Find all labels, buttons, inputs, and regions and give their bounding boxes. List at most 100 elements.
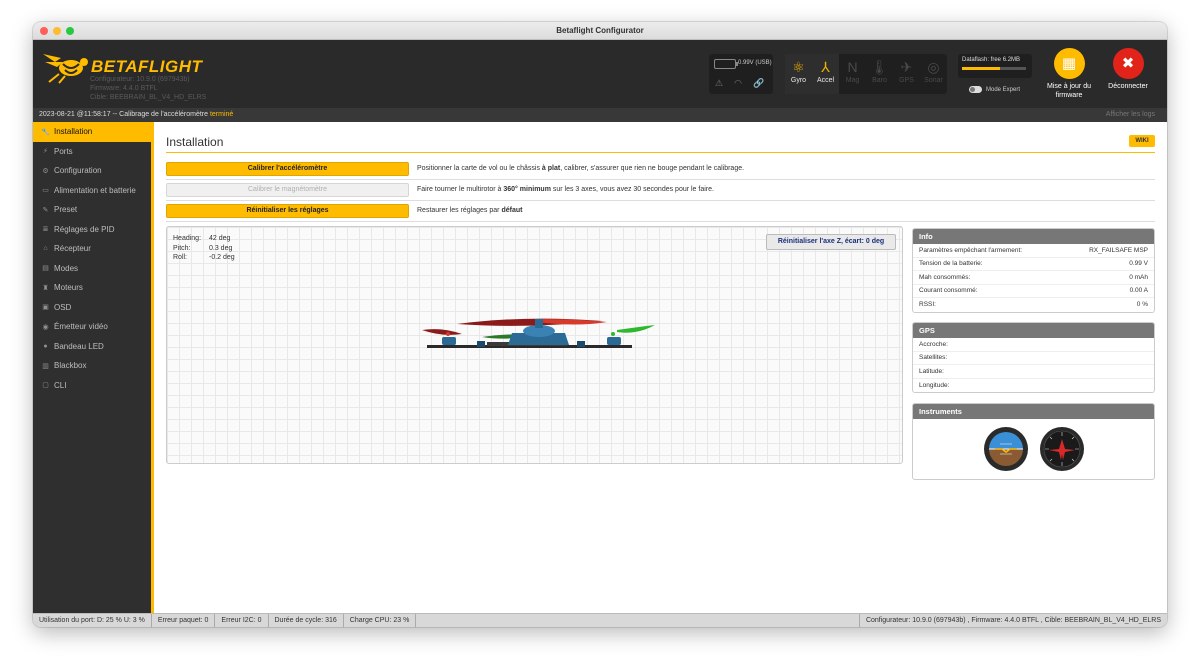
quad-model-icon	[422, 318, 655, 348]
calibrate-accelerometer-button[interactable]: Calibrer l'accéléromètre	[166, 162, 409, 176]
info-row: RSSI: 0 %	[913, 298, 1154, 312]
tab-label: Réglages de PID	[54, 224, 115, 234]
info-rows: Paramètres empêchant l'armement: RX_FAILS…	[913, 244, 1154, 312]
maximize-window-button[interactable]	[66, 27, 74, 35]
action-row: Calibrer le magnétomètre Faire tourner le…	[166, 181, 1155, 201]
action-description: Faire tourner le multirotor à 360° minim…	[417, 186, 714, 193]
reset-settings-button[interactable]: Réinitialiser les réglages	[166, 204, 409, 218]
tab-moteurs[interactable]: ♜ Moteurs	[33, 278, 151, 298]
close-window-button[interactable]	[40, 27, 48, 35]
info-row-label: Courant consommé:	[919, 287, 978, 295]
preset-icon: ✎	[42, 206, 49, 214]
disconnect-button[interactable]: ✖ Déconnecter	[1101, 48, 1155, 91]
info-panel: Info Paramètres empêchant l'armement: RX_…	[912, 228, 1155, 313]
tab-r-glages-de-pid[interactable]: ≣ Réglages de PID	[33, 220, 151, 240]
gps-panel: GPS Accroche: Satellites: Latitude: Longitu…	[912, 322, 1155, 393]
tab-blackbox[interactable]: ▥ Blackbox	[33, 356, 151, 376]
roll-label: Roll:	[173, 254, 188, 261]
configurator-version: Configurateur: 10.9.0 (697943b)	[90, 76, 190, 83]
firmware-info: Configurateur: 10.9.0 (697943b) Firmware…	[90, 75, 206, 102]
log-message: 2023-08-21 @11:58:17 -- Calibrage de l'a…	[39, 111, 210, 118]
tab-r-cepteur[interactable]: ⌂ Récepteur	[33, 239, 151, 259]
pitch-value: 0.3 deg	[209, 244, 233, 252]
plug-icon: ⚡	[43, 148, 48, 156]
model-view: Heading: 42 deg Pitch: 0.3 deg Roll: -0.2 d…	[166, 226, 903, 464]
tab-bandeau-led[interactable]: ● Bandeau LED	[33, 337, 151, 357]
sensor-gps: ✈ GPS	[893, 54, 920, 94]
description-emphasis: défaut	[501, 207, 523, 214]
info-row: Courant consommé: 0.00 A	[913, 285, 1154, 298]
log-status: terminé	[209, 111, 234, 118]
description-text: Faire tourner le multirotor à	[417, 186, 504, 193]
tab-configuration[interactable]: ⚙ Configuration	[33, 161, 151, 181]
info-row-label: RSSI:	[919, 301, 936, 309]
tab-label: Moteurs	[54, 283, 83, 293]
dataflash-text: Dataflash: free 6.2MB	[962, 57, 1021, 63]
action-description: Restaurer les réglages par défaut	[417, 207, 522, 214]
main-content: Installation WIKI Calibrer l'accéléromèt…	[154, 122, 1167, 613]
tab-label: Modes	[54, 263, 79, 273]
description-text: , calibrer, s'assurer que rien ne bouge …	[560, 165, 745, 172]
battery-status: 0.99V (USB) ⚠ ◠ 🔗	[709, 54, 773, 94]
attitude-readout: Heading: 42 deg Pitch: 0.3 deg Roll: -0.2 d…	[173, 234, 235, 263]
cpu-load: Charge CPU: 23 %	[344, 613, 417, 627]
info-row-label: Mah consommés:	[919, 273, 971, 281]
tab-preset[interactable]: ✎ Preset	[33, 200, 151, 220]
update-firmware-label: Mise à jour du firmware	[1047, 83, 1091, 99]
info-panel-title: Info	[913, 229, 1154, 244]
tab-cli[interactable]: ▢ CLI	[33, 376, 151, 396]
update-firmware-button[interactable]: ▦ Mise à jour du firmware	[1039, 48, 1099, 100]
calibrate-magnetometer-button[interactable]: Calibrer le magnétomètre	[166, 183, 409, 197]
heading-label: Heading:	[173, 235, 202, 242]
vtx-icon: ◉	[42, 323, 49, 331]
tab-label: CLI	[54, 380, 67, 390]
tab-label: Alimentation et batterie	[54, 185, 136, 195]
tab-label: Récepteur	[54, 244, 91, 254]
gps-rows: Accroche: Satellites: Latitude: Longitude:	[913, 338, 1154, 392]
description-text: Positionner la carte de vol ou le châssi…	[417, 165, 542, 172]
expert-mode-toggle[interactable]	[969, 86, 982, 93]
warning-icon: ⚠	[715, 78, 724, 88]
usb-disconnect-icon: ✖	[1112, 48, 1144, 79]
tab-label: Bandeau LED	[54, 341, 104, 351]
expert-mode[interactable]: Mode Expert	[969, 86, 1020, 93]
info-row-value: 0.99 V	[1129, 260, 1148, 268]
tab-installation[interactable]: 🔧 Installation	[33, 122, 151, 142]
tab-label: Ports	[54, 146, 73, 156]
baro-icon: 🌡	[870, 59, 889, 75]
cycle-time: Durée de cycle: 316	[269, 613, 344, 627]
battery-voltage: 0.99V (USB)	[738, 60, 772, 66]
instruments-panel: Instruments	[912, 403, 1155, 480]
reset-z-axis-button[interactable]: Réinitialiser l'axe Z, écart: 0 deg	[766, 234, 896, 250]
expert-mode-label: Mode Expert	[986, 86, 1021, 93]
tab--metteur-vid-o[interactable]: ◉ Émetteur vidéo	[33, 317, 151, 337]
motor-icon: ♜	[42, 284, 49, 292]
firmware-version: Firmware: 4.4.0 BTFL	[90, 85, 158, 92]
minimize-window-button[interactable]	[53, 27, 61, 35]
heading-value: 42 deg	[209, 235, 231, 242]
tab-label: Installation	[54, 127, 93, 137]
wrench-icon: 🔧	[41, 128, 50, 136]
wiki-button[interactable]: WIKI	[1129, 135, 1155, 147]
link-status-icons: ⚠ ◠ 🔗	[715, 78, 764, 89]
status-bar: Utilisation du port: D: 25 % U: 3 % Erre…	[33, 613, 1167, 627]
modes-icon: ▤	[42, 265, 49, 273]
heading-indicator-icon	[1039, 427, 1084, 471]
led-icon: ●	[43, 342, 48, 350]
tab-label: OSD	[54, 302, 72, 312]
tab-modes[interactable]: ▤ Modes	[33, 259, 151, 279]
tab-label: Émetteur vidéo	[54, 322, 108, 332]
info-row: Tension de la batterie: 0.99 V	[913, 258, 1154, 271]
dataflash-fill	[962, 67, 1001, 70]
pitch-label: Pitch:	[173, 244, 191, 252]
info-row-value: 0.00 A	[1129, 287, 1148, 295]
info-row-value: RX_FAILSAFE MSP	[1089, 246, 1148, 254]
show-logs-link[interactable]: Afficher les logs	[1106, 108, 1155, 122]
gps-icon: ✈	[900, 59, 913, 75]
tab-ports[interactable]: ⚡ Ports	[33, 142, 151, 162]
tab-alimentation-et-batterie[interactable]: ▭ Alimentation et batterie	[33, 181, 151, 201]
gyro-icon: ⚛	[792, 59, 805, 75]
tab-osd[interactable]: ▣ OSD	[33, 298, 151, 318]
attitude-indicator-icon	[983, 427, 1028, 471]
description-emphasis: à plat	[541, 165, 561, 172]
